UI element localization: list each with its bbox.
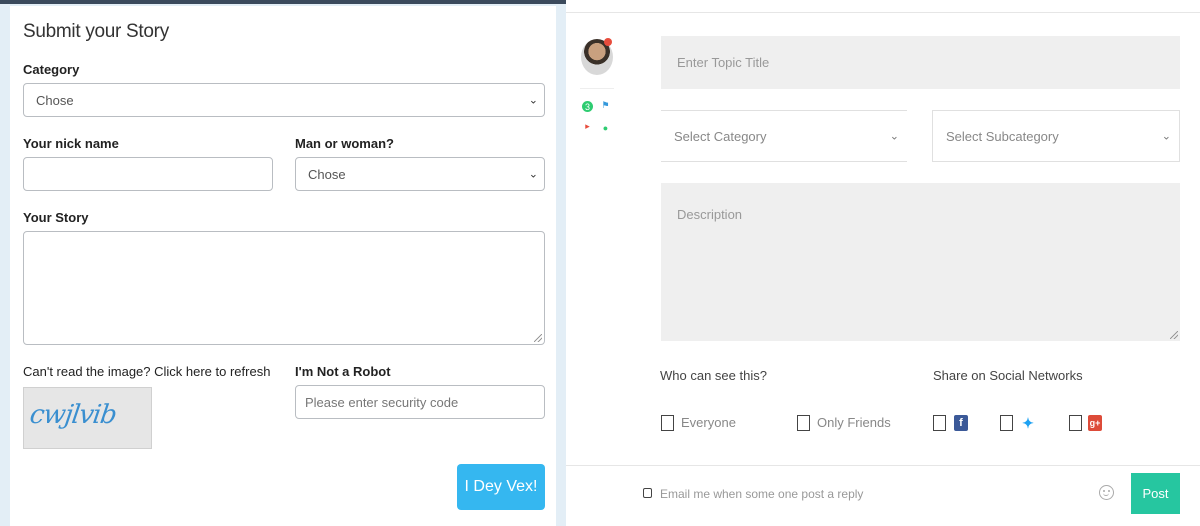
pin-icon[interactable]: ●: [600, 122, 611, 133]
category-label: Category: [23, 62, 80, 77]
category-select-value: Select Category: [674, 128, 767, 144]
bottom-divider: [566, 465, 1200, 466]
story-form-container: Submit your Story Category Chose ⌄ Your …: [0, 0, 566, 526]
captcha-image[interactable]: cwjlvib: [23, 387, 152, 449]
story-textarea[interactable]: [23, 231, 545, 345]
twitter-icon: ✦: [1022, 414, 1034, 431]
top-divider: [566, 12, 1200, 13]
story-form-panel: Submit your Story Category Chose ⌄ Your …: [10, 6, 556, 526]
chevron-down-icon: ⌄: [528, 94, 538, 107]
email-reply-checkbox[interactable]: [643, 488, 652, 498]
security-code-input[interactable]: Please enter security code: [295, 385, 545, 419]
flag-icon[interactable]: ⚑: [600, 100, 611, 111]
topic-form-container: 3 ⚑ ▸ ● Enter Topic Title Select Categor…: [566, 0, 1200, 526]
chevron-down-icon: ⌄: [1161, 130, 1171, 143]
description-textarea[interactable]: Description: [661, 183, 1180, 341]
facebook-icon: f: [954, 415, 968, 431]
everyone-checkbox[interactable]: [661, 415, 674, 431]
resize-handle[interactable]: [1170, 331, 1178, 339]
visibility-label: Who can see this?: [660, 368, 767, 383]
nickname-input[interactable]: [23, 157, 273, 191]
notification-dot: [604, 38, 612, 46]
captcha-refresh-link[interactable]: Can't read the image? Click here to refr…: [23, 364, 270, 379]
badge-icon[interactable]: 3: [582, 101, 593, 112]
share-label: Share on Social Networks: [933, 368, 1083, 383]
facebook-checkbox[interactable]: [933, 415, 946, 431]
google-plus-checkbox[interactable]: [1069, 415, 1082, 431]
everyone-label: Everyone: [681, 415, 736, 430]
twitter-checkbox[interactable]: [1000, 415, 1013, 431]
subcategory-select-value: Select Subcategory: [946, 128, 1059, 144]
form-title: Submit your Story: [23, 21, 169, 42]
only-friends-checkbox[interactable]: [797, 415, 810, 431]
gender-select[interactable]: Chose ⌄: [295, 157, 545, 191]
only-friends-label: Only Friends: [817, 415, 891, 430]
topic-title-input[interactable]: Enter Topic Title: [661, 36, 1180, 89]
resize-handle[interactable]: [534, 334, 542, 342]
submit-button[interactable]: I Dey Vex!: [457, 464, 545, 510]
post-button[interactable]: Post: [1131, 473, 1180, 514]
gender-select-value: Chose: [308, 166, 346, 182]
category-select[interactable]: Chose ⌄: [23, 83, 545, 117]
chevron-down-icon: ⌄: [889, 130, 899, 143]
nickname-label: Your nick name: [23, 136, 119, 151]
tag-icon[interactable]: ▸: [582, 121, 593, 132]
robot-label: I'm Not a Robot: [295, 364, 391, 379]
smiley-icon[interactable]: [1099, 485, 1114, 500]
security-code-placeholder: Please enter security code: [305, 394, 459, 410]
category-select-value: Chose: [36, 92, 74, 108]
top-bar: [0, 0, 566, 4]
google-plus-icon: g+: [1088, 415, 1102, 431]
topic-title-placeholder: Enter Topic Title: [677, 55, 770, 70]
chevron-down-icon: ⌄: [528, 168, 538, 181]
category-select[interactable]: Select Category ⌄: [661, 110, 907, 162]
captcha-text: cwjlvib: [27, 400, 118, 430]
email-reply-label: Email me when some one post a reply: [660, 487, 864, 501]
gender-label: Man or woman?: [295, 136, 394, 151]
subcategory-select[interactable]: Select Subcategory ⌄: [932, 110, 1180, 162]
story-label: Your Story: [23, 210, 89, 225]
description-placeholder: Description: [677, 207, 743, 222]
sidebar-divider: [580, 88, 614, 89]
